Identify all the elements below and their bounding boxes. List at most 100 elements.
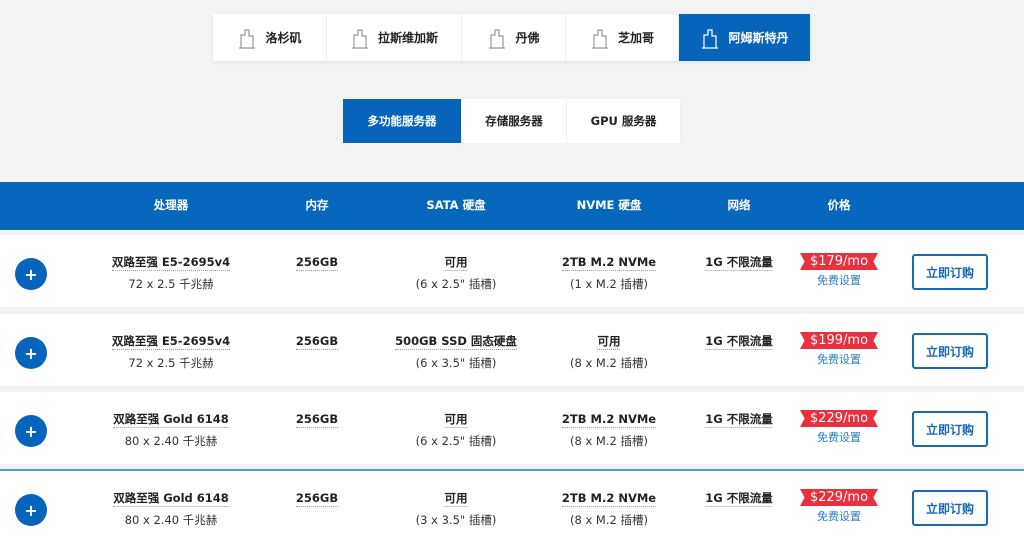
server-row: + 双路至强 E5-2695v4 72 x 2.5 千兆赫 256GB 可用 (6 … bbox=[0, 235, 1024, 307]
nvme-cell: 可用 (8 x M.2 插槽) bbox=[570, 334, 648, 371]
free-setup-link[interactable]: 免费设置 bbox=[800, 272, 878, 288]
tower-icon bbox=[702, 28, 719, 49]
network-cell: 1G 不限流量 bbox=[705, 334, 773, 350]
order-now-button[interactable]: 立即订购 bbox=[912, 333, 988, 369]
expand-plus-icon[interactable]: + bbox=[15, 337, 47, 369]
sata-slots: (3 x 3.5" 插槽) bbox=[415, 513, 497, 527]
nvme-slots: (8 x M.2 插槽) bbox=[570, 434, 648, 448]
cpu-name: 双路至强 Gold 6148 bbox=[113, 491, 229, 507]
sata-cell: 可用 (6 x 2.5" 插槽) bbox=[416, 255, 497, 292]
price-cell: $229/mo 免费设置 bbox=[799, 489, 879, 524]
price-cell: $229/mo 免费设置 bbox=[799, 410, 879, 445]
nvme-value: 2TB M.2 NVMe bbox=[561, 491, 657, 507]
cpu-cell: 双路至强 Gold 6148 80 x 2.40 千兆赫 bbox=[113, 491, 229, 528]
nvme-cell: 2TB M.2 NVMe (8 x M.2 插槽) bbox=[561, 412, 657, 449]
server-row: + 双路至强 E5-2695v4 72 x 2.5 千兆赫 256GB 500GB… bbox=[0, 314, 1024, 386]
cpu-cores: 72 x 2.5 千兆赫 bbox=[128, 277, 214, 291]
column-header: 处理器 bbox=[153, 198, 189, 212]
server-row: + 双路至强 Gold 6148 80 x 2.40 千兆赫 256GB 可用 (3… bbox=[0, 469, 1024, 541]
city-tab-0[interactable]: 洛杉矶 bbox=[213, 14, 327, 61]
free-setup-link[interactable]: 免费设置 bbox=[800, 508, 878, 524]
network-cell: 1G 不限流量 bbox=[705, 412, 773, 428]
free-setup-link[interactable]: 免费设置 bbox=[800, 429, 878, 445]
price-badge: $229/mo bbox=[799, 410, 879, 427]
sata-value: 可用 bbox=[444, 255, 468, 271]
cpu-name: 双路至强 Gold 6148 bbox=[113, 412, 229, 428]
sata-slots: (6 x 3.5" 插槽) bbox=[415, 356, 497, 370]
sata-value: 500GB SSD 固态硬盘 bbox=[395, 334, 517, 350]
sata-cell: 可用 (6 x 2.5" 插槽) bbox=[416, 412, 497, 449]
city-tab-3[interactable]: 芝加哥 bbox=[566, 14, 679, 61]
nvme-slots: (1 x M.2 插槽) bbox=[570, 277, 648, 291]
price-badge: $229/mo bbox=[799, 489, 879, 506]
cpu-name: 双路至强 E5-2695v4 bbox=[111, 334, 231, 350]
city-tab-label: 芝加哥 bbox=[617, 31, 654, 45]
city-tabs: 洛杉矶 拉斯维加斯 丹佛 芝加哥 阿姆斯特丹 bbox=[213, 14, 810, 61]
ram-cell: 256GB bbox=[295, 412, 339, 428]
order-now-button[interactable]: 立即订购 bbox=[912, 254, 988, 290]
mountain-city-icon bbox=[489, 28, 506, 49]
network-value: 1G 不限流量 bbox=[705, 412, 773, 428]
nvme-value: 2TB M.2 NVMe bbox=[561, 255, 657, 271]
nvme-cell: 2TB M.2 NVMe (1 x M.2 插槽) bbox=[561, 255, 657, 292]
price-badge: $199/mo bbox=[799, 332, 879, 349]
nvme-value: 可用 bbox=[597, 334, 621, 350]
sata-slots: (6 x 2.5" 插槽) bbox=[415, 434, 497, 448]
cpu-cell: 双路至强 E5-2695v4 72 x 2.5 千兆赫 bbox=[111, 255, 231, 292]
free-setup-link[interactable]: 免费设置 bbox=[800, 351, 878, 367]
city-tab-label: 拉斯维加斯 bbox=[377, 31, 438, 45]
server-row: + 双路至强 Gold 6148 80 x 2.40 千兆赫 256GB 可用 (6… bbox=[0, 392, 1024, 464]
order-now-button[interactable]: 立即订购 bbox=[912, 411, 988, 447]
price-cell: $179/mo 免费设置 bbox=[799, 253, 879, 288]
cpu-cores: 80 x 2.40 千兆赫 bbox=[124, 513, 218, 527]
sata-cell: 可用 (3 x 3.5" 插槽) bbox=[416, 491, 497, 528]
column-header: NVME 硬盘 bbox=[576, 198, 642, 212]
ram-value: 256GB bbox=[295, 255, 339, 271]
city-tab-label: 洛杉矶 bbox=[265, 31, 302, 45]
column-header: SATA 硬盘 bbox=[426, 198, 486, 212]
sata-slots: (6 x 2.5" 插槽) bbox=[415, 277, 497, 291]
city-skyline-icon bbox=[351, 28, 368, 49]
column-header: 内存 bbox=[305, 198, 329, 212]
column-header: 价格 bbox=[827, 198, 851, 212]
network-cell: 1G 不限流量 bbox=[705, 255, 773, 271]
city-tab-1[interactable]: 拉斯维加斯 bbox=[327, 14, 462, 61]
ram-value: 256GB bbox=[295, 412, 339, 428]
server-type-tab-2[interactable]: GPU 服务器 bbox=[567, 99, 681, 143]
network-value: 1G 不限流量 bbox=[705, 491, 773, 507]
nvme-value: 2TB M.2 NVMe bbox=[561, 412, 657, 428]
ram-cell: 256GB bbox=[295, 334, 339, 350]
tower-icon bbox=[591, 28, 608, 49]
order-now-button[interactable]: 立即订购 bbox=[912, 490, 988, 526]
nvme-slots: (8 x M.2 插槽) bbox=[570, 513, 648, 527]
table-header: 处理器 内存 SATA 硬盘 NVME 硬盘 网络 价格 bbox=[0, 182, 1024, 230]
cpu-cores: 72 x 2.5 千兆赫 bbox=[128, 356, 214, 370]
city-tab-2[interactable]: 丹佛 bbox=[462, 14, 566, 61]
sata-value: 可用 bbox=[444, 491, 468, 507]
ram-cell: 256GB bbox=[295, 491, 339, 507]
nvme-slots: (8 x M.2 插槽) bbox=[570, 356, 648, 370]
network-value: 1G 不限流量 bbox=[705, 255, 773, 271]
ram-cell: 256GB bbox=[295, 255, 339, 271]
ram-value: 256GB bbox=[295, 491, 339, 507]
city-tab-4[interactable]: 阿姆斯特丹 bbox=[679, 14, 810, 61]
server-type-tab-1[interactable]: 存储服务器 bbox=[462, 99, 567, 143]
ram-value: 256GB bbox=[295, 334, 339, 350]
sata-value: 可用 bbox=[444, 412, 468, 428]
price-badge: $179/mo bbox=[799, 253, 879, 270]
column-header: 网络 bbox=[727, 198, 751, 212]
expand-plus-icon[interactable]: + bbox=[15, 258, 47, 290]
city-tab-label: 丹佛 bbox=[515, 31, 540, 45]
sata-cell: 500GB SSD 固态硬盘 (6 x 3.5" 插槽) bbox=[395, 334, 517, 371]
cpu-cell: 双路至强 Gold 6148 80 x 2.40 千兆赫 bbox=[113, 412, 229, 449]
expand-plus-icon[interactable]: + bbox=[15, 415, 47, 447]
price-cell: $199/mo 免费设置 bbox=[799, 332, 879, 367]
nvme-cell: 2TB M.2 NVMe (8 x M.2 插槽) bbox=[561, 491, 657, 528]
expand-plus-icon[interactable]: + bbox=[15, 494, 47, 526]
network-value: 1G 不限流量 bbox=[705, 334, 773, 350]
city-skyline-icon bbox=[239, 28, 256, 49]
cpu-cores: 80 x 2.40 千兆赫 bbox=[124, 434, 218, 448]
network-cell: 1G 不限流量 bbox=[705, 491, 773, 507]
server-type-tab-0[interactable]: 多功能服务器 bbox=[343, 99, 462, 143]
city-tab-label: 阿姆斯特丹 bbox=[728, 31, 789, 45]
